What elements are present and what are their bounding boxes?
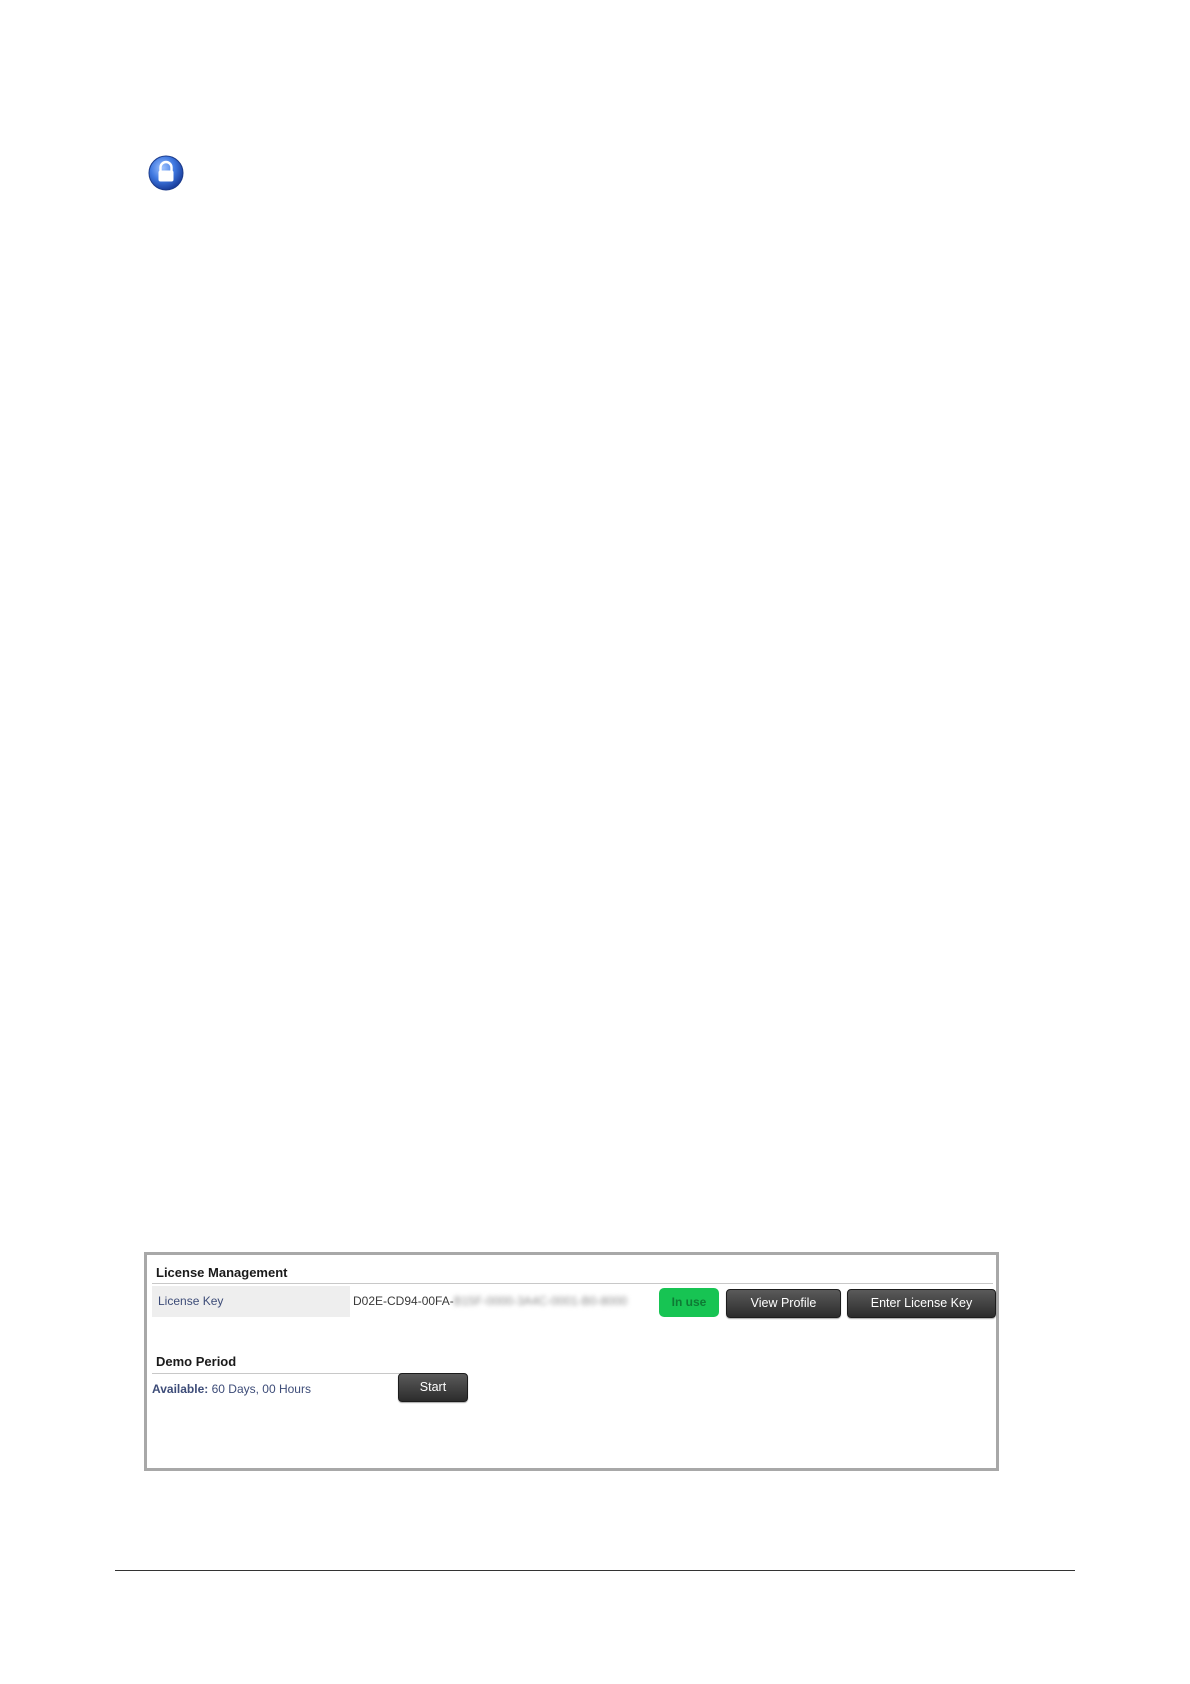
status-badge: In use bbox=[659, 1288, 719, 1317]
page-footer-rule bbox=[115, 1570, 1075, 1571]
view-profile-button[interactable]: View Profile bbox=[726, 1289, 841, 1318]
license-key-label: License Key bbox=[152, 1286, 350, 1317]
demo-period-title: Demo Period bbox=[156, 1354, 237, 1369]
demo-available-label: Available: bbox=[152, 1382, 209, 1396]
license-key-row: License Key D02E-CD94-00FA-B15F-0000-3A4… bbox=[152, 1286, 996, 1318]
license-key-value: D02E-CD94-00FA-B15F-0000-3A4C-0001-B0-80… bbox=[353, 1286, 627, 1317]
license-key-visible-part: D02E-CD94-00FA- bbox=[353, 1294, 454, 1308]
license-key-obscured-part: B15F-0000-3A4C-0001-B0-8000 bbox=[453, 1294, 628, 1308]
license-management-panel: License Management License Key D02E-CD94… bbox=[144, 1252, 999, 1471]
lock-icon bbox=[148, 155, 184, 191]
license-management-title: License Management bbox=[156, 1265, 288, 1280]
license-divider bbox=[152, 1283, 993, 1284]
enter-license-key-button[interactable]: Enter License Key bbox=[847, 1289, 996, 1318]
demo-available: Available: 60 Days, 00 Hours bbox=[152, 1382, 311, 1396]
license-panel-inner: License Management License Key D02E-CD94… bbox=[152, 1255, 996, 1468]
demo-available-value: 60 Days, 00 Hours bbox=[211, 1382, 311, 1396]
start-demo-button[interactable]: Start bbox=[398, 1373, 468, 1402]
